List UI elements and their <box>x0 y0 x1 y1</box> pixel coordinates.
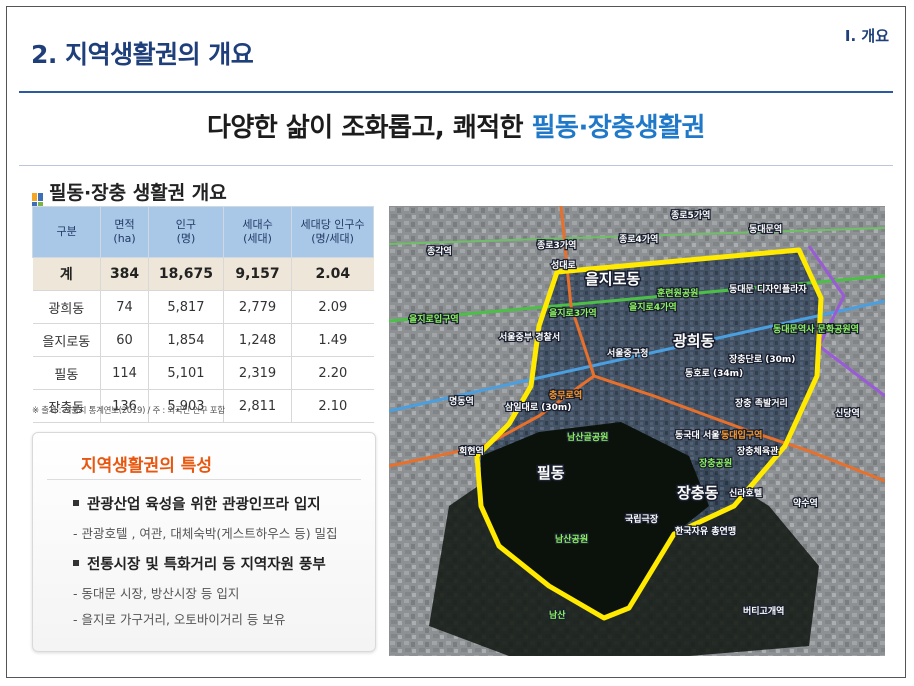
overview-table: 구분 면적 (ha) 인구 (명) 세대수 (세대) 세대당 인구수 (명/세대… <box>31 206 374 423</box>
map-label: 동호로 (34m) <box>685 368 743 379</box>
feature-item: 관광산업 육성을 위한 관광인프라 입지 <box>73 493 321 514</box>
map-label: 을지로4가역 <box>629 301 677 313</box>
table-cell: 2.10 <box>291 389 374 423</box>
feature-item-text: 관광산업 육성을 위한 관광인프라 입지 <box>87 497 321 513</box>
map-label: 장충체육관 <box>737 445 779 457</box>
map-label: 장충단로 (30m) <box>729 353 795 365</box>
table-row: 필동 114 5,101 2,319 2.20 <box>32 356 374 390</box>
map-label: 훈련원공원 <box>657 287 698 299</box>
map-label: 종로5가역 <box>671 209 710 221</box>
col-header: 면적 (ha) <box>100 206 149 258</box>
map-label: 종각역 <box>427 245 452 257</box>
table-cell: 광희동 <box>32 290 102 324</box>
table-cell: 2.09 <box>291 290 374 324</box>
district-label: 광희동 <box>673 332 715 350</box>
table-cell: 1.49 <box>291 323 374 357</box>
map-label: 신라호텔 <box>729 487 762 499</box>
corner-label: Ⅰ. 개요 <box>844 27 889 45</box>
table-source: ※ 출처 : 서울시 통계연보(2019) / 주 : 외국인 인구 포함 <box>32 406 225 416</box>
map-label: 국립극장 <box>625 513 659 525</box>
map-label: 서울중구청 <box>607 347 648 359</box>
district-label: 장충동 <box>677 484 719 502</box>
map-label: 남산공원 <box>555 533 588 545</box>
col-header: 구분 <box>31 206 102 258</box>
headline-divider <box>19 165 893 166</box>
table-cell: 2,779 <box>223 290 293 324</box>
section-title: 2. 지역생활권의 개요 <box>31 40 254 69</box>
map-label: 남산 <box>549 609 566 621</box>
table-row: 을지로동 60 1,854 1,248 1.49 <box>32 323 374 357</box>
table-cell: 18,675 <box>148 257 224 291</box>
table-cell: 필동 <box>32 356 102 390</box>
table-cell: 5,101 <box>148 356 224 390</box>
map-label: 종로4가역 <box>619 233 658 245</box>
headline-highlight: 필동·장충생활권 <box>531 113 706 143</box>
feature-subitem: - 관광호텔 , 여관, 대체숙박(게스트하우스 등) 밀집 <box>73 526 338 541</box>
table-cell: 60 <box>100 323 149 357</box>
table-cell: 1,854 <box>148 323 224 357</box>
table-cell: 2,319 <box>223 356 293 390</box>
map-label: 버티고개역 <box>743 605 784 617</box>
map-label: 동대문역 <box>749 223 782 235</box>
table-cell: 9,157 <box>223 257 293 291</box>
table-cell: 을지로동 <box>32 323 102 357</box>
features-divider <box>47 479 361 480</box>
map-label: 충무로역 <box>549 389 582 401</box>
map-label: 동국대 서울캠 <box>675 429 728 441</box>
overview-title-text: 필동·장충 생활권 개요 <box>49 182 227 204</box>
feature-subitem: - 을지로 가구거리, 오토바이거리 등 보유 <box>73 612 286 627</box>
map-label: 종로3가역 <box>537 239 576 251</box>
title-divider <box>19 91 893 93</box>
col-header: 세대당 인구수 (명/세대) <box>291 206 374 258</box>
map-label: 삼일대로 (30m) <box>505 401 571 413</box>
feature-subitem: - 동대문 시장, 방산시장 등 입지 <box>73 586 240 601</box>
district-label: 을지로동 <box>585 270 640 288</box>
map-label: 을지로3가역 <box>549 307 597 319</box>
map-label: 명동역 <box>449 395 474 407</box>
map-label: 동대입구역 <box>721 429 762 441</box>
table-cell: 1,248 <box>223 323 293 357</box>
table-cell: 74 <box>100 290 149 324</box>
feature-item-text: 전통시장 및 특화거리 등 지역자원 풍부 <box>87 557 326 573</box>
features-panel: 지역생활권의 특성 관광산업 육성을 위한 관광인프라 입지 - 관광호텔 , … <box>32 432 376 652</box>
table-cell: 2.04 <box>291 257 374 291</box>
map-label: 동대문역사 문화공원역 <box>773 323 859 335</box>
table-total-row: 계 384 18,675 9,157 2.04 <box>32 257 374 291</box>
district-map: 종로5가역 종로3가역 종로4가역 동대문역 종각역 성대로 훈련원공원 을지로… <box>389 206 885 656</box>
table-cell: 114 <box>100 356 149 390</box>
map-label: 약수역 <box>793 497 818 509</box>
table-cell: 2,811 <box>223 389 293 423</box>
table-cell: 5,817 <box>148 290 224 324</box>
district-label: 필동 <box>537 464 565 482</box>
map-label: 신당역 <box>835 407 860 419</box>
headline: 다양한 삶이 조화롭고, 쾌적한 필동·장충생활권 <box>7 107 905 144</box>
map-label: 한국자유 총연맹 <box>675 525 736 537</box>
col-header: 세대수 (세대) <box>222 206 293 258</box>
map-label: 장충 족발거리 <box>735 397 788 409</box>
table-cell: 2.20 <box>291 356 374 390</box>
square-bullet-icon <box>73 500 79 506</box>
map-label: 장충공원 <box>699 457 732 469</box>
col-header: 인구 (명) <box>147 206 224 258</box>
features-title: 지역생활권의 특성 <box>81 456 213 476</box>
headline-plain: 다양한 삶이 조화롭고, 쾌적한 <box>207 113 532 143</box>
map-label: 남산골공원 <box>567 431 608 443</box>
table-cell: 384 <box>100 257 149 291</box>
feature-item: 전통시장 및 특화거리 등 지역자원 풍부 <box>73 553 326 574</box>
square-bullet-icon <box>73 560 79 566</box>
table-header-row: 구분 면적 (ha) 인구 (명) 세대수 (세대) 세대당 인구수 (명/세대… <box>31 206 374 258</box>
map-label: 동대문 디자인플라자 <box>729 283 807 295</box>
map-label: 성대로 <box>551 259 577 271</box>
table-row: 광희동 74 5,817 2,779 2.09 <box>32 290 374 324</box>
map-label: 서울중부 경찰서 <box>499 331 560 343</box>
map-label: 회현역 <box>459 445 484 457</box>
table-cell: 계 <box>32 257 102 291</box>
map-label: 을지로입구역 <box>409 313 459 325</box>
